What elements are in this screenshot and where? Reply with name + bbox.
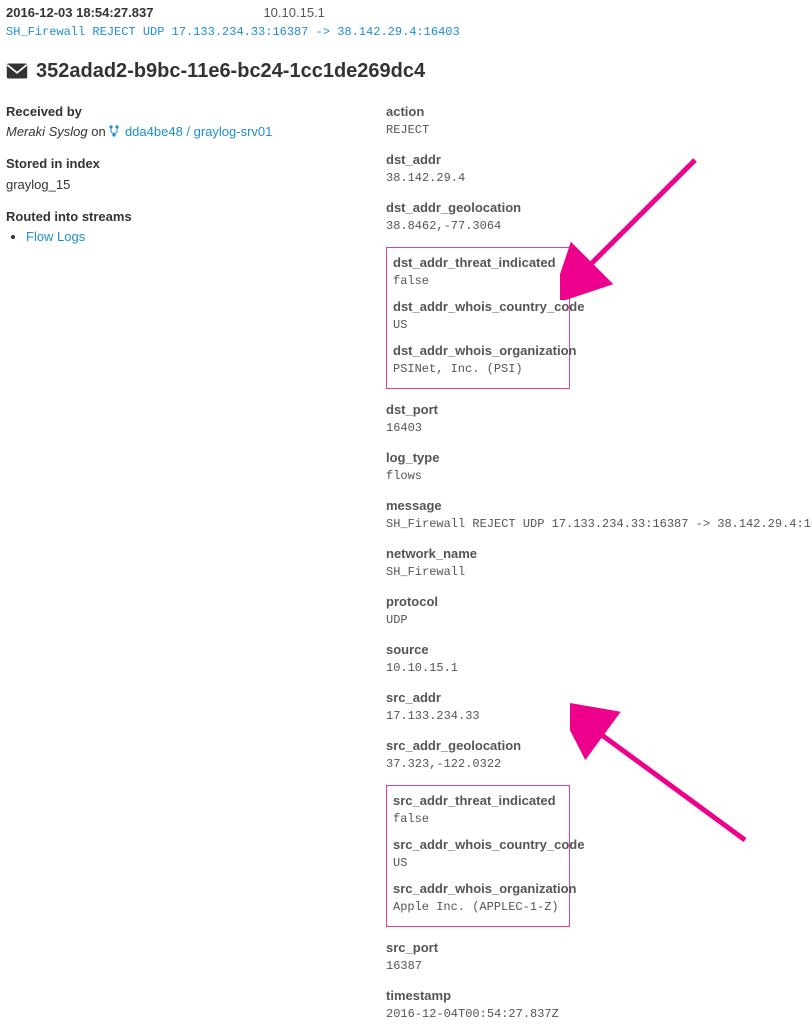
field-network-name[interactable]: network_nameSH_Firewall [386,545,812,581]
field-src-addr-whois-organization[interactable]: src_addr_whois_organizationApple Inc. (A… [393,880,563,916]
stream-link[interactable]: Flow Logs [26,229,85,244]
stored-in-value: graylog_15 [6,176,386,194]
field-dst-addr-geolocation[interactable]: dst_addr_geolocation38.8462,-77.3064 [386,199,812,235]
field-dst-addr-whois-country-code[interactable]: dst_addr_whois_country_codeUS [393,298,563,334]
field-src-addr-whois-country-code[interactable]: src_addr_whois_country_codeUS [393,836,563,872]
field-message[interactable]: messageSH_Firewall REJECT UDP 17.133.234… [386,497,812,533]
field-dst-addr-whois-organization[interactable]: dst_addr_whois_organizationPSINet, Inc. … [393,342,563,378]
field-dst-addr-threat-indicated[interactable]: dst_addr_threat_indicatedfalse [393,254,563,290]
field-timestamp[interactable]: timestamp2016-12-04T00:54:27.837Z [386,987,812,1023]
field-log-type[interactable]: log_typeflows [386,449,812,485]
log-source-ip: 10.10.15.1 [263,4,324,22]
highlight-box-dst: dst_addr_threat_indicatedfalse dst_addr_… [386,247,570,389]
received-by-on: on [88,124,110,139]
field-src-port[interactable]: src_port16387 [386,939,812,975]
field-action[interactable]: actionREJECT [386,103,812,139]
message-id: 352adad2-b9bc-11e6-bc24-1cc1de269dc4 [36,57,425,85]
received-by-link[interactable]: dda4be48 / graylog-srv01 [109,124,272,139]
field-dst-addr[interactable]: dst_addr38.142.29.4 [386,151,812,187]
field-src-addr-threat-indicated[interactable]: src_addr_threat_indicatedfalse [393,792,563,828]
message-fields-panel: actionREJECT dst_addr38.142.29.4 dst_add… [386,103,812,1035]
field-source[interactable]: source10.10.15.1 [386,641,812,677]
stored-in-label: Stored in index [6,155,386,173]
stream-item[interactable]: Flow Logs [26,228,386,246]
log-timestamp: 2016-12-03 18:54:27.837 [6,4,153,22]
routed-streams-label: Routed into streams [6,208,386,226]
message-title: 352adad2-b9bc-11e6-bc24-1cc1de269dc4 [6,51,806,103]
node-icon [109,125,119,137]
highlight-box-src: src_addr_threat_indicatedfalse src_addr_… [386,785,570,927]
field-src-addr[interactable]: src_addr17.133.234.33 [386,689,812,725]
received-by-source: Meraki Syslog [6,124,88,139]
field-dst-port[interactable]: dst_port16403 [386,401,812,437]
field-protocol[interactable]: protocolUDP [386,593,812,629]
message-meta-panel: Received by Meraki Syslog on dda4be48 / … [6,103,386,260]
field-src-addr-geolocation[interactable]: src_addr_geolocation37.323,-122.0322 [386,737,812,773]
mail-icon [6,63,28,79]
received-by-label: Received by [6,103,386,121]
log-syslog-line[interactable]: SH_Firewall REJECT UDP 17.133.234.33:163… [6,22,806,51]
